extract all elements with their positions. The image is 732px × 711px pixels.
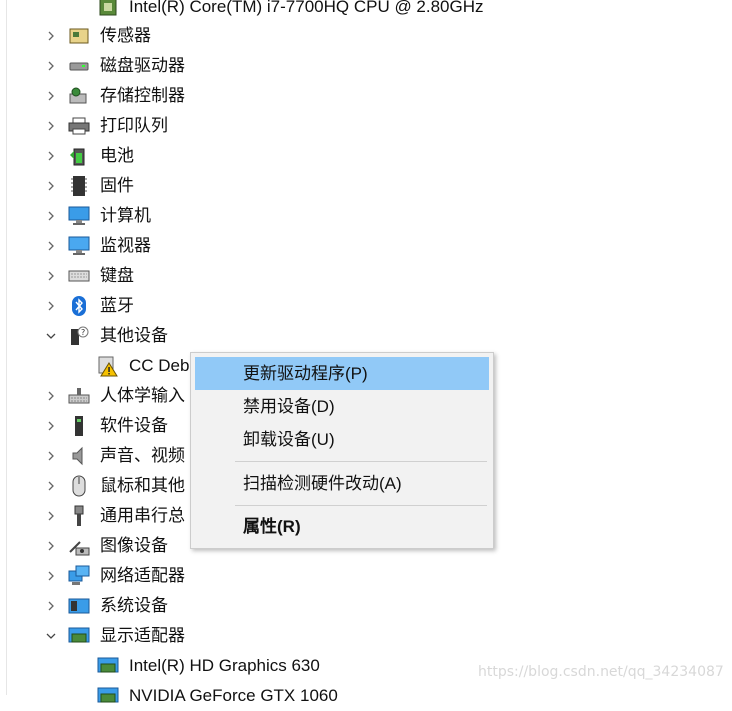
menu-item-uninstall-device[interactable]: 卸载设备(U) (195, 423, 489, 456)
tree-category-label: 磁盘驱动器 (100, 56, 185, 75)
menu-item-properties[interactable]: 属性(R) (195, 510, 489, 543)
network-adapter-icon (68, 565, 90, 587)
tree-item-label: NVIDIA GeForce GTX 1060 (129, 686, 338, 705)
tree-category-disk-drives[interactable]: 磁盘驱动器 (0, 51, 732, 81)
menu-separator (235, 461, 487, 462)
menu-item-update-driver[interactable]: 更新驱动程序(P) (195, 357, 489, 390)
usb-icon (68, 505, 90, 527)
audio-icon (68, 445, 90, 467)
tree-category-print-queues[interactable]: 打印队列 (0, 111, 732, 141)
disk-drive-icon (68, 55, 90, 77)
watermark: https://blog.csdn.net/qq_34234087 (478, 664, 724, 680)
chevron-down-icon[interactable] (44, 321, 58, 351)
computer-icon (68, 205, 90, 227)
chevron-right-icon[interactable] (44, 261, 58, 291)
chevron-right-icon[interactable] (44, 51, 58, 81)
tree-category-batteries[interactable]: 电池 (0, 141, 732, 171)
menu-item-label: 扫描检测硬件改动(A) (243, 474, 402, 493)
tree-category-display-adapters[interactable]: 显示适配器 (0, 621, 732, 651)
processor-icon (97, 0, 119, 18)
tree-category-storage-controllers[interactable]: 存储控制器 (0, 81, 732, 111)
chevron-right-icon[interactable] (44, 21, 58, 51)
sensor-icon (68, 25, 90, 47)
tree-category-sensors[interactable]: 传感器 (0, 21, 732, 51)
chevron-right-icon[interactable] (44, 171, 58, 201)
menu-item-scan-hardware-changes[interactable]: 扫描检测硬件改动(A) (195, 467, 489, 500)
chevron-right-icon[interactable] (44, 291, 58, 321)
tree-category-label: 打印队列 (100, 116, 168, 135)
tree-category-label: 网络适配器 (100, 566, 185, 585)
chevron-right-icon[interactable] (44, 561, 58, 591)
chevron-right-icon[interactable] (44, 411, 58, 441)
other-devices-icon: ? (68, 325, 90, 347)
display-adapter-icon (68, 625, 90, 647)
tree-category-system-devices[interactable]: 系统设备 (0, 591, 732, 621)
tree-category-label: 显示适配器 (100, 626, 185, 645)
tree-category-label: 其他设备 (100, 326, 168, 345)
tree-category-label: 固件 (100, 176, 134, 195)
hid-icon (68, 385, 90, 407)
chevron-right-icon[interactable] (44, 201, 58, 231)
tree-category-label: 传感器 (100, 26, 151, 45)
tree-category-label: 蓝牙 (100, 296, 134, 315)
tree-category-label: 电池 (100, 146, 134, 165)
chevron-right-icon[interactable] (44, 81, 58, 111)
chevron-right-icon[interactable] (44, 471, 58, 501)
tree-item-cpu[interactable]: Intel(R) Core(TM) i7-7700HQ CPU @ 2.80GH… (0, 0, 732, 22)
bluetooth-icon (68, 295, 90, 317)
printer-icon (68, 115, 90, 137)
menu-separator (235, 505, 487, 506)
menu-item-label: 禁用设备(D) (243, 397, 335, 416)
mouse-icon (68, 475, 90, 497)
chevron-down-icon[interactable] (44, 621, 58, 651)
tree-category-keyboards[interactable]: 键盘 (0, 261, 732, 291)
unknown-device-warning-icon (97, 355, 119, 377)
monitor-icon (68, 235, 90, 257)
tree-item-label: Intel(R) Core(TM) i7-7700HQ CPU @ 2.80GH… (129, 0, 484, 16)
tree-category-firmware[interactable]: 固件 (0, 171, 732, 201)
tree-category-network-adapters[interactable]: 网络适配器 (0, 561, 732, 591)
chevron-right-icon[interactable] (44, 501, 58, 531)
tree-category-computer[interactable]: 计算机 (0, 201, 732, 231)
software-device-icon (68, 415, 90, 437)
chevron-right-icon[interactable] (44, 381, 58, 411)
display-adapter-icon (97, 655, 119, 677)
tree-item-nvidia-gtx-1060[interactable]: NVIDIA GeForce GTX 1060 (0, 681, 732, 711)
menu-item-disable-device[interactable]: 禁用设备(D) (195, 390, 489, 423)
context-menu: 更新驱动程序(P) 禁用设备(D) 卸载设备(U) 扫描检测硬件改动(A) 属性… (190, 352, 494, 549)
battery-icon (68, 145, 90, 167)
tree-category-label: 声音、视频 (100, 446, 185, 465)
keyboard-icon (68, 265, 90, 287)
system-device-icon (68, 595, 90, 617)
menu-item-label: 属性(R) (243, 517, 301, 536)
menu-item-label: 卸载设备(U) (243, 430, 335, 449)
tree-category-label: 鼠标和其他 (100, 476, 185, 495)
tree-category-label: 监视器 (100, 236, 151, 255)
chevron-right-icon[interactable] (44, 531, 58, 561)
chevron-right-icon[interactable] (44, 231, 58, 261)
tree-category-label: 键盘 (100, 266, 134, 285)
camera-icon (68, 535, 90, 557)
tree-category-label: 软件设备 (100, 416, 168, 435)
firmware-icon (68, 175, 90, 197)
tree-item-label: CC Deb (129, 356, 190, 375)
tree-category-label: 存储控制器 (100, 86, 185, 105)
tree-category-label: 计算机 (100, 206, 151, 225)
storage-controller-icon (68, 85, 90, 107)
tree-category-bluetooth[interactable]: 蓝牙 (0, 291, 732, 321)
tree-category-label: 图像设备 (100, 536, 168, 555)
menu-item-label: 更新驱动程序(P) (243, 364, 368, 383)
chevron-right-icon[interactable] (44, 441, 58, 471)
tree-item-label: Intel(R) HD Graphics 630 (129, 656, 320, 675)
tree-category-label: 系统设备 (100, 596, 168, 615)
display-adapter-icon (97, 685, 119, 707)
chevron-right-icon[interactable] (44, 591, 58, 621)
svg-text:?: ? (81, 328, 85, 337)
chevron-right-icon[interactable] (44, 111, 58, 141)
tree-category-label: 通用串行总 (100, 506, 185, 525)
tree-category-other-devices[interactable]: ? 其他设备 (0, 321, 732, 351)
chevron-right-icon[interactable] (44, 141, 58, 171)
tree-category-label: 人体学输入 (100, 386, 185, 405)
tree-category-monitors[interactable]: 监视器 (0, 231, 732, 261)
